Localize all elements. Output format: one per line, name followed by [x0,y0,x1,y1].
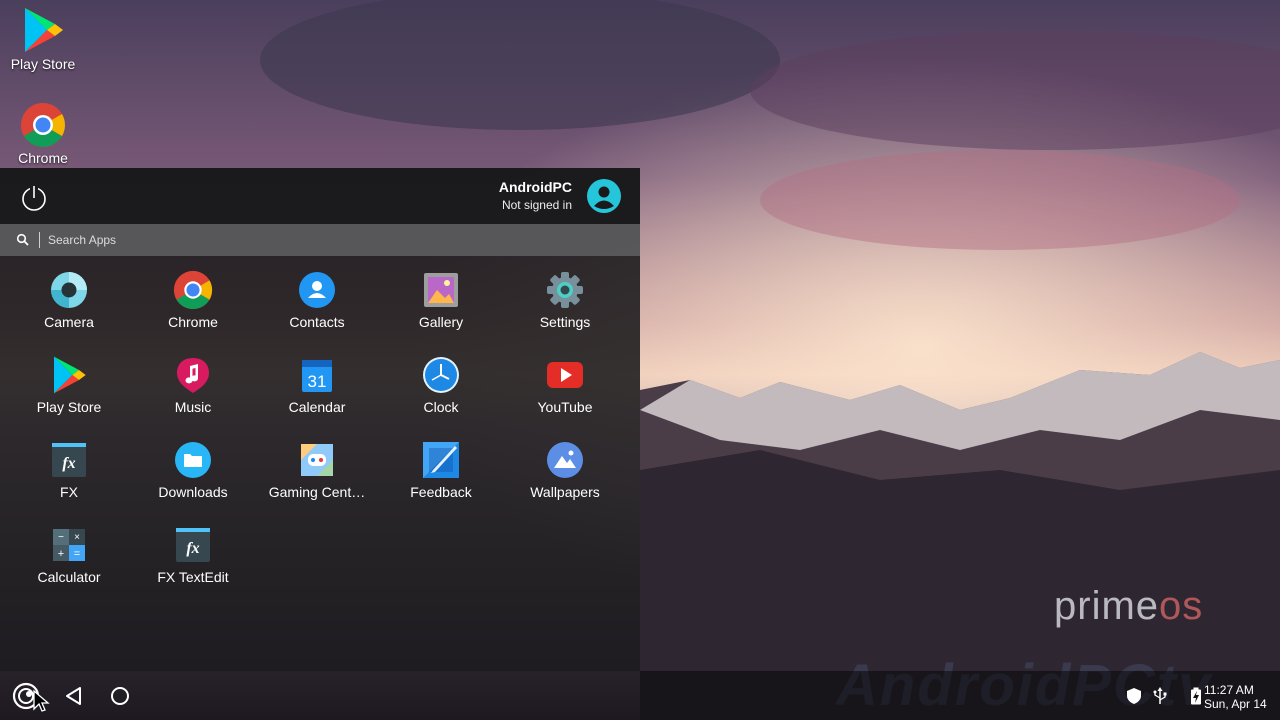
calendar-icon: 31 [302,360,332,392]
app-contacts[interactable]: Contacts [255,264,379,348]
play-store-icon [54,356,86,394]
clock-date[interactable]: Sun, Apr 14 [1204,697,1272,711]
app-label: Downloads [158,484,228,500]
primeos-watermark: primeos [1054,584,1203,629]
svg-text:fx: fx [62,455,75,472]
battery-charging-icon[interactable] [1190,687,1202,705]
desktop-play-store[interactable]: Play Store [0,6,88,72]
app-label: Music [174,399,212,415]
calculator-icon: − × + = [53,529,85,561]
app-label: FX TextEdit [157,569,229,585]
music-icon [177,358,209,393]
app-label: Gaming Cent… [268,484,366,500]
app-label: Wallpapers [530,484,600,500]
app-fx-textedit[interactable]: fx FX TextEdit [131,519,255,603]
chrome-icon [173,270,213,310]
power-icon[interactable] [18,182,50,214]
youtube-icon [547,362,583,388]
app-label: Calendar [288,399,346,415]
app-label: Contacts [289,314,345,330]
app-label: Gallery [418,314,464,330]
gallery-icon [424,273,458,307]
contacts-icon [299,272,335,308]
primeos-watermark-os: os [1159,584,1204,628]
search-bar[interactable] [0,224,640,256]
search-icon [16,233,29,246]
app-label: YouTube [537,399,593,415]
app-chrome[interactable]: Chrome [131,264,255,348]
mouse-cursor-icon [33,689,50,712]
app-label: Clock [423,399,459,415]
avatar-icon[interactable] [587,179,621,213]
app-label: Settings [539,314,591,330]
app-settings[interactable]: Settings [503,264,627,348]
fx-icon: fx [52,443,86,477]
clock-icon [423,357,459,393]
app-gallery[interactable]: Gallery [379,264,503,348]
search-divider [39,232,40,248]
gaming-center-icon [301,444,333,476]
app-label: Camera [44,314,94,330]
fx-textedit-icon: fx [176,528,210,562]
app-drawer: AndroidPC Not signed in Camera [0,168,640,671]
app-clock[interactable]: Clock [379,349,503,433]
svg-text:−: − [58,532,64,543]
desktop-icon-label: Play Store [10,56,76,72]
svg-text:=: = [74,548,80,560]
chrome-icon [21,103,65,147]
feedback-icon [423,442,459,478]
app-calendar[interactable]: 31 Calendar [255,349,379,433]
play-store-icon [25,8,63,52]
search-input[interactable] [44,228,612,252]
user-name: AndroidPC [498,179,572,195]
svg-text:fx: fx [186,540,199,557]
app-feedback[interactable]: Feedback [379,434,503,518]
desktop-icon-label: Chrome [18,150,68,166]
downloads-icon [175,442,211,478]
home-icon[interactable] [106,682,134,710]
app-downloads[interactable]: Downloads [131,434,255,518]
app-music[interactable]: Music [131,349,255,433]
svg-text:×: × [74,532,80,543]
app-label: Feedback [410,484,472,500]
taskbar [0,671,1280,720]
app-calculator[interactable]: − × + = Calculator [7,519,131,603]
app-label: Chrome [168,314,218,330]
desktop-chrome[interactable]: Chrome [0,102,88,166]
clock-time[interactable]: 11:27 AM [1204,683,1262,697]
usb-icon[interactable] [1152,687,1168,705]
drawer-header: AndroidPC Not signed in [0,168,640,224]
primeos-watermark-prime: prime [1054,584,1160,628]
calendar-day: 31 [308,372,327,391]
shield-icon[interactable] [1126,687,1142,705]
app-fx[interactable]: fx FX [7,434,131,518]
settings-icon [547,272,583,308]
back-icon[interactable] [60,682,88,710]
app-label: Calculator [37,569,101,585]
svg-text:+: + [58,548,64,560]
app-youtube[interactable]: YouTube [503,349,627,433]
app-wallpapers[interactable]: Wallpapers [503,434,627,518]
app-label: Play Store [36,399,102,415]
wallpapers-icon [547,442,583,478]
user-status: Not signed in [501,198,572,212]
app-label: FX [60,484,78,500]
app-gaming-center[interactable]: Gaming Cent… [255,434,379,518]
app-play-store[interactable]: Play Store [7,349,131,433]
camera-icon [51,272,87,308]
app-camera[interactable]: Camera [7,264,131,348]
